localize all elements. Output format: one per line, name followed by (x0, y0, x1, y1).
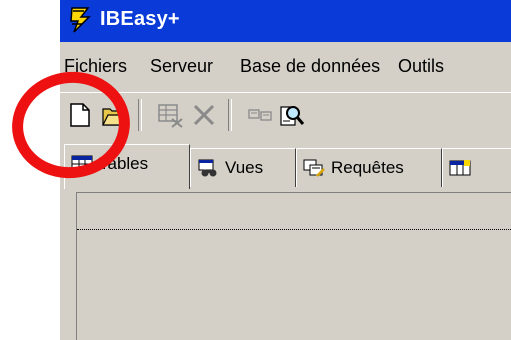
edit-table-button[interactable] (156, 101, 184, 129)
app-window: IBEasy+ Fichiers Serveur Base de données… (60, 0, 511, 340)
tab-vues[interactable]: Vues (190, 148, 296, 187)
delete-button[interactable] (190, 101, 218, 129)
properties-button[interactable] (246, 101, 274, 129)
search-button[interactable] (278, 101, 306, 129)
query-icon (303, 159, 325, 177)
menu-outils[interactable]: Outils (398, 56, 444, 77)
list-header-row[interactable] (77, 193, 511, 230)
lightning-icon (70, 7, 91, 33)
tab-strip: Tables Vues Requêtes (60, 140, 511, 189)
delete-icon (193, 104, 215, 126)
properties-icon (248, 109, 272, 121)
more-icon (449, 160, 471, 176)
tab-requetes[interactable]: Requêtes (296, 148, 442, 187)
tab-label: Requêtes (331, 158, 404, 177)
binoculars-icon (198, 159, 217, 177)
tables-panel (60, 188, 511, 340)
toolbar-separator (138, 99, 142, 131)
tables-list[interactable] (76, 192, 511, 340)
menu-bar: Fichiers Serveur Base de données Outils (60, 42, 511, 92)
window-title: IBEasy+ (100, 8, 180, 30)
edit-table-icon (158, 104, 183, 128)
menu-base-de-donnees[interactable]: Base de données (240, 56, 380, 77)
search-icon (280, 106, 305, 126)
title-bar[interactable]: IBEasy+ (60, 0, 511, 42)
toolbar-separator (228, 99, 232, 131)
tab-label: Vues (225, 158, 264, 177)
tab-more[interactable] (442, 148, 511, 187)
menu-serveur[interactable]: Serveur (150, 56, 213, 77)
